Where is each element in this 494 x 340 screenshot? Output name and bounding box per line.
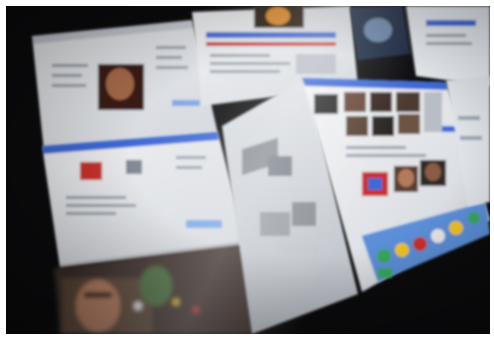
photo-scene [6, 6, 490, 334]
photograph [6, 6, 490, 334]
window-middle-left [42, 132, 246, 268]
window-top-left [32, 20, 218, 152]
